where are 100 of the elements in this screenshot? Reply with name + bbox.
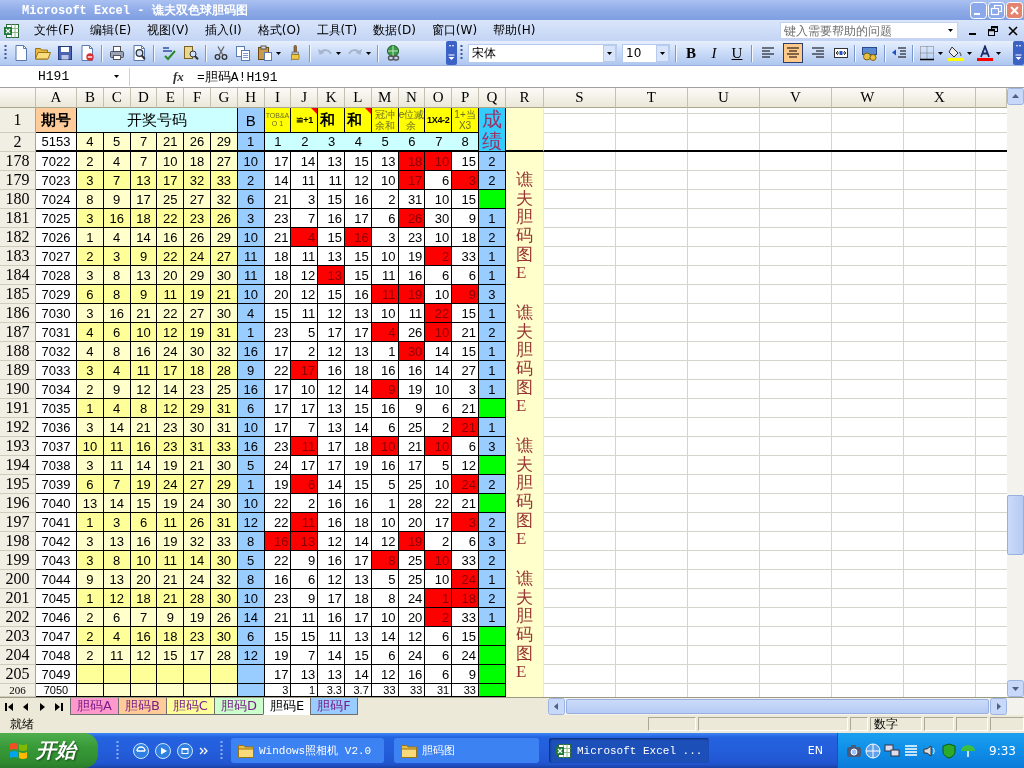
taskbar-button[interactable]: Microsoft Excel ... xyxy=(549,738,709,763)
row-header[interactable]: 192 xyxy=(0,418,36,437)
row-header[interactable]: 2 xyxy=(0,133,36,152)
column-header[interactable]: L xyxy=(344,88,372,108)
row-header[interactable]: 194 xyxy=(0,456,36,475)
menu-item[interactable]: 格式(O) xyxy=(253,22,305,39)
column-header[interactable]: E xyxy=(157,88,185,108)
print-preview-icon[interactable] xyxy=(131,45,147,61)
row-header[interactable]: 201 xyxy=(0,589,36,608)
menu-item[interactable]: 帮助(H) xyxy=(489,22,540,39)
row-header[interactable]: 180 xyxy=(0,190,36,209)
caret-icon[interactable] xyxy=(114,75,119,78)
open-folder-icon[interactable] xyxy=(35,45,51,61)
triangle-bar-right-icon[interactable] xyxy=(52,701,64,712)
grip-handle[interactable] xyxy=(460,44,463,62)
sheet-tab[interactable]: 胆码A xyxy=(70,698,118,715)
new-document-icon[interactable] xyxy=(13,45,29,61)
column-header[interactable]: J xyxy=(291,88,319,108)
indent-arrow-icon[interactable] xyxy=(891,45,907,61)
row-header[interactable]: 187 xyxy=(0,323,36,342)
column-header[interactable]: O xyxy=(425,88,453,108)
umbrella-icon[interactable] xyxy=(960,742,977,759)
row-header[interactable]: 202 xyxy=(0,608,36,627)
row-header[interactable]: 200 xyxy=(0,570,36,589)
book-magnifier-icon[interactable] xyxy=(183,45,199,61)
help-question-field[interactable]: 键入需要帮助的问题 xyxy=(780,22,958,39)
caret-icon[interactable] xyxy=(967,51,972,55)
row-header[interactable]: 191 xyxy=(0,399,36,418)
row-header[interactable]: 203 xyxy=(0,627,36,646)
column-header[interactable]: R xyxy=(505,88,544,108)
italic-toggle[interactable]: I xyxy=(705,43,723,63)
column-header[interactable]: S xyxy=(543,88,616,108)
scrollbar-thumb[interactable] xyxy=(566,699,989,714)
spell-check-icon[interactable] xyxy=(161,45,177,61)
restore-icon[interactable] xyxy=(988,25,998,36)
sheet-tab[interactable]: 胆码F xyxy=(310,698,358,715)
caret-icon[interactable] xyxy=(938,51,943,55)
column-header[interactable]: H xyxy=(237,88,265,108)
menu-item[interactable]: 数据(D) xyxy=(369,22,420,39)
caret-icon[interactable] xyxy=(336,51,341,55)
spreadsheet-icon[interactable] xyxy=(4,22,20,39)
row-header[interactable]: 186 xyxy=(0,304,36,323)
menu-item[interactable]: 编辑(E) xyxy=(86,22,136,39)
camera-icon[interactable] xyxy=(846,742,863,759)
column-header[interactable]: V xyxy=(759,88,832,108)
paste-icon[interactable] xyxy=(257,45,273,61)
caret-icon[interactable] xyxy=(656,44,669,62)
column-header[interactable]: W xyxy=(831,88,904,108)
computers-icon[interactable] xyxy=(884,742,901,759)
row-header[interactable]: 183 xyxy=(0,247,36,266)
sheet-tab[interactable]: 胆码E xyxy=(262,698,311,715)
font-name-field[interactable]: 宋体 xyxy=(468,43,617,63)
column-header[interactable]: D xyxy=(130,88,158,108)
toolbar-options-icon[interactable] xyxy=(446,41,457,65)
scrollbar-thumb[interactable] xyxy=(1007,495,1024,555)
arrow-left-icon[interactable] xyxy=(548,698,565,715)
caret-icon[interactable] xyxy=(366,51,371,55)
sheet-tab[interactable]: 胆码C xyxy=(165,698,214,715)
globe-icon[interactable] xyxy=(133,742,149,759)
bars-icon[interactable] xyxy=(903,742,920,759)
insert-function-symbol[interactable]: fx xyxy=(173,68,197,85)
row-header[interactable]: 1 xyxy=(0,108,36,133)
column-header[interactable]: C xyxy=(103,88,131,108)
print-icon[interactable] xyxy=(109,45,125,61)
column-header[interactable]: N xyxy=(398,88,426,108)
row-header[interactable]: 188 xyxy=(0,342,36,361)
row-header[interactable]: 185 xyxy=(0,285,36,304)
taskbar-button[interactable]: Windows照相机 V2.0 xyxy=(231,738,384,763)
font-size-field[interactable]: 10 xyxy=(622,43,670,63)
taskbar-button[interactable]: 胆码图 xyxy=(394,738,539,763)
caret-icon[interactable] xyxy=(948,29,953,32)
grip-handle[interactable] xyxy=(116,739,119,762)
align-center-toggle[interactable] xyxy=(783,43,803,63)
row-header[interactable]: 179 xyxy=(0,171,36,190)
column-header[interactable]: M xyxy=(371,88,399,108)
row-header[interactable]: 193 xyxy=(0,437,36,456)
column-header[interactable]: A xyxy=(36,88,77,108)
underline-toggle[interactable]: U xyxy=(728,43,746,63)
row-header[interactable]: 184 xyxy=(0,266,36,285)
bold-toggle[interactable]: B xyxy=(682,43,700,63)
row-header[interactable]: 206 xyxy=(0,684,36,697)
column-header[interactable]: T xyxy=(615,88,688,108)
row-header[interactable]: 190 xyxy=(0,380,36,399)
paint-bucket-icon[interactable] xyxy=(948,45,964,61)
window-circle-icon[interactable] xyxy=(177,742,193,759)
save-icon[interactable] xyxy=(57,45,73,61)
column-header[interactable]: Q xyxy=(478,88,506,108)
caret-icon[interactable] xyxy=(996,51,1001,55)
bar-triangle-left-icon[interactable] xyxy=(4,701,16,712)
column-header[interactable]: B xyxy=(77,88,104,108)
sheet-tab[interactable]: 胆码B xyxy=(117,698,166,715)
merge-arrows-icon[interactable] xyxy=(833,45,849,61)
formula-field[interactable]: =胆码A!H191 xyxy=(197,67,1024,86)
row-header[interactable]: 182 xyxy=(0,228,36,247)
row-header[interactable]: 198 xyxy=(0,532,36,551)
text-color-icon[interactable] xyxy=(977,45,993,61)
column-header[interactable]: G xyxy=(211,88,238,108)
menu-item[interactable]: 文件(F) xyxy=(30,22,79,39)
menu-item[interactable]: 视图(V) xyxy=(143,22,193,39)
close-icon[interactable] xyxy=(1008,25,1018,36)
